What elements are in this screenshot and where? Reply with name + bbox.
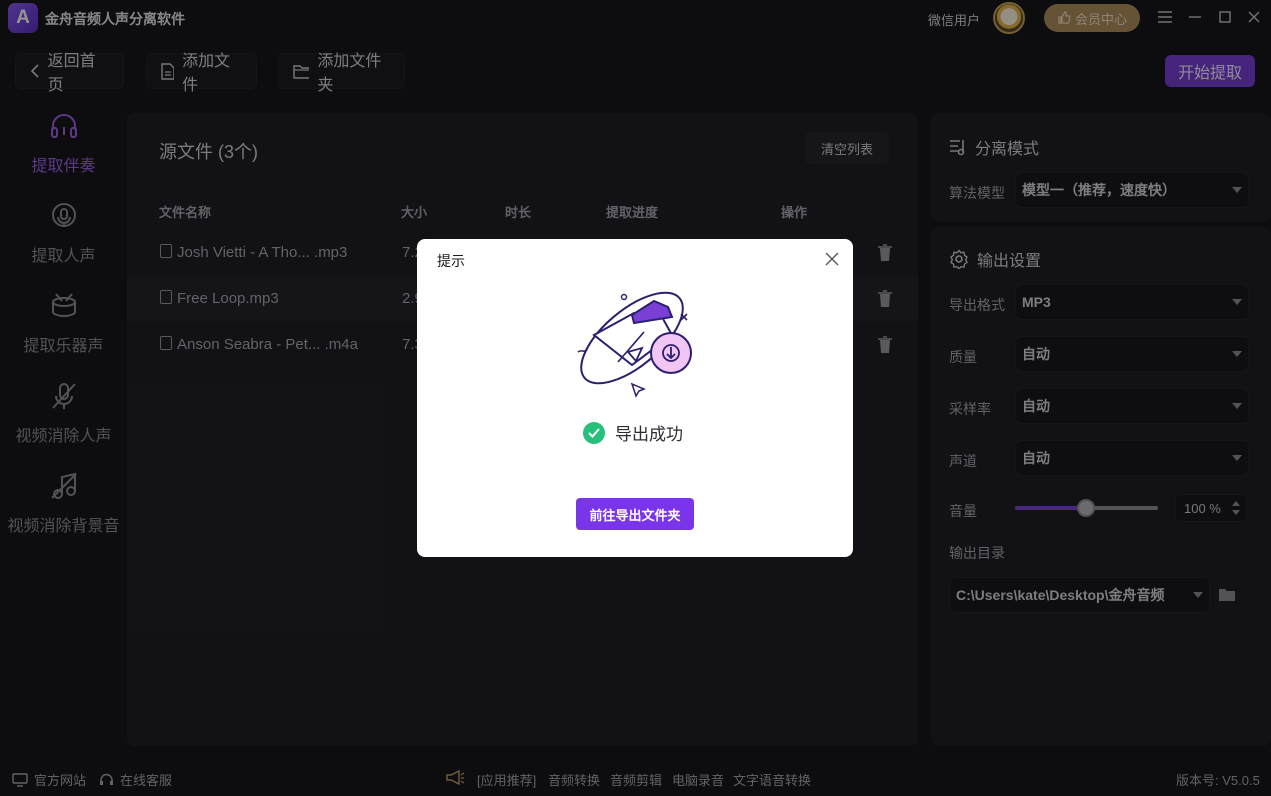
check-circle-icon	[583, 421, 605, 444]
dialog-title: 提示	[437, 253, 465, 269]
export-illustration-icon	[577, 291, 692, 398]
success-message: 导出成功	[583, 420, 683, 445]
open-export-folder-button[interactable]: 前往导出文件夹	[576, 498, 694, 530]
close-icon[interactable]	[824, 251, 840, 267]
success-text: 导出成功	[615, 425, 683, 444]
